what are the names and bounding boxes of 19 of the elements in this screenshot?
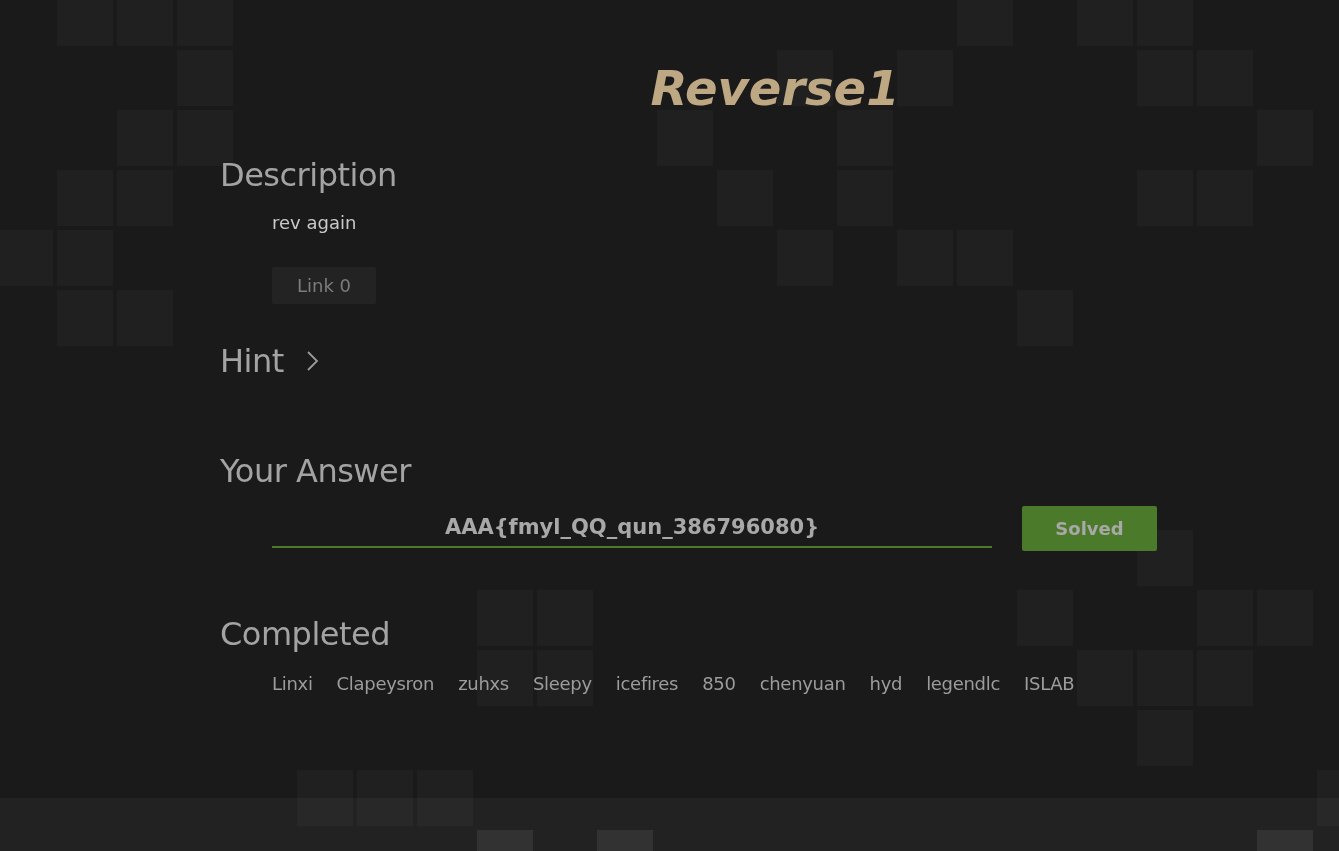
link-button[interactable]: Link 0 bbox=[272, 267, 377, 304]
user-name: zuhxs bbox=[458, 673, 509, 694]
user-name: 850 bbox=[702, 673, 736, 694]
user-name: icefires bbox=[615, 673, 679, 694]
section-heading: Description bbox=[220, 156, 398, 194]
user-name: hyd bbox=[869, 673, 903, 694]
section-heading: Your Answer bbox=[220, 452, 413, 490]
section-heading: Completed bbox=[220, 615, 392, 653]
user-name: ISLAB bbox=[1024, 673, 1075, 694]
answer-field[interactable]: AAA{fmyl_QQ_qun_386796080} bbox=[272, 509, 992, 548]
user-name: legendlc bbox=[926, 673, 1001, 694]
description-text: rev again bbox=[272, 212, 357, 233]
section-heading[interactable]: Hint bbox=[220, 342, 284, 380]
page-title: Reverse1 bbox=[649, 60, 900, 116]
user-name: Clapeysron bbox=[336, 673, 435, 694]
chevron-right-icon[interactable] bbox=[305, 350, 320, 372]
user-name: Sleepy bbox=[532, 673, 592, 694]
user-name: Linxi bbox=[272, 673, 313, 694]
user-name: chenyuan bbox=[759, 673, 846, 694]
